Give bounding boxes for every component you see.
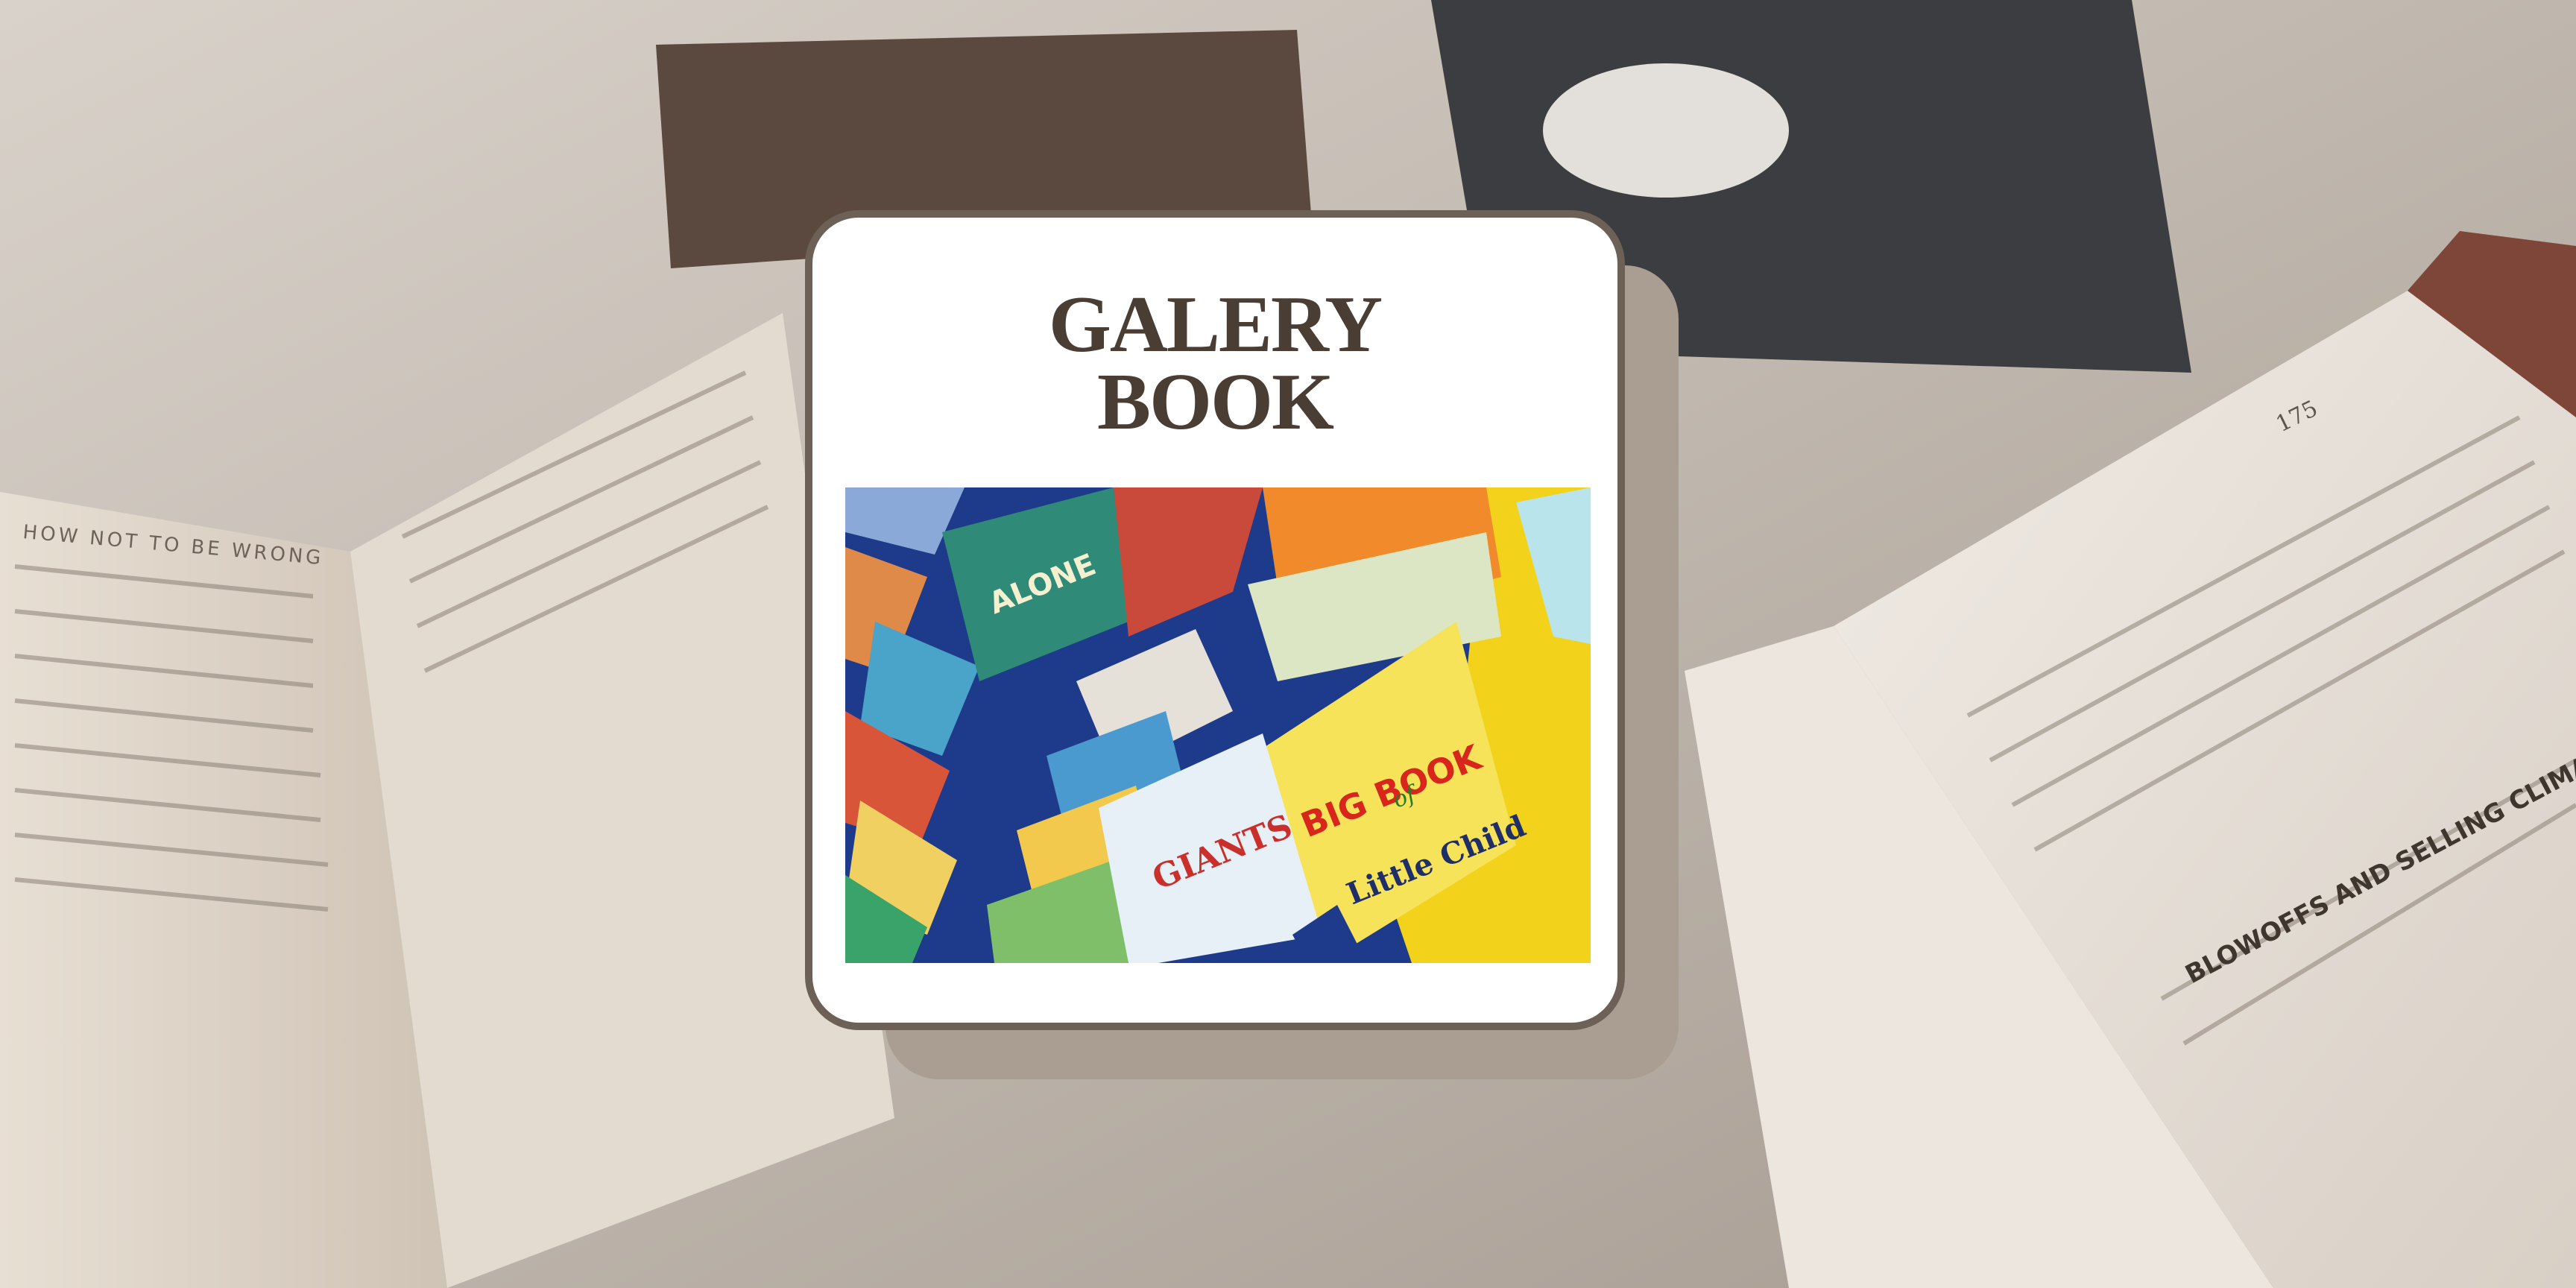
card-title: GALERY BOOK [812,280,1617,446]
card-title-line1: GALERY [1048,280,1383,369]
book-shelf-photo: ALONE BIG BOOK of Little Child GIANTS [845,487,1591,963]
gallery-card: GALERY BOOK ALONE BIG BOOK of Little Chi… [805,210,1625,1030]
card-title-line2: BOOK [1096,357,1334,446]
